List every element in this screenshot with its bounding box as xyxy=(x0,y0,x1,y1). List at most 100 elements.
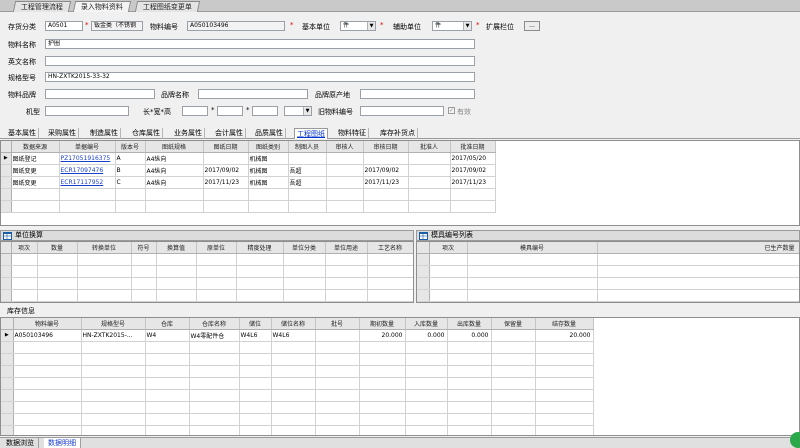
table-row[interactable] xyxy=(1,425,594,435)
table-cell: 2017/09/02 xyxy=(363,164,409,177)
table-row[interactable] xyxy=(1,253,413,266)
window-tab-material-entry[interactable]: 录入物料资料 xyxy=(72,1,132,12)
column-header[interactable]: 图纸规格 xyxy=(145,141,204,153)
document-link[interactable]: ECR17117952 xyxy=(59,176,116,189)
old-no-input[interactable] xyxy=(360,106,444,116)
column-header[interactable]: 规格型号 xyxy=(81,318,146,330)
dimension-unit-select[interactable]: ▼ xyxy=(284,106,312,116)
table-row[interactable] xyxy=(1,200,496,213)
table-cell: W4 xyxy=(145,329,190,342)
table-row[interactable]: 图纸变更 ECR17097476 B A4纵向 2017/09/02 机械图 吾… xyxy=(1,164,496,177)
table-row[interactable] xyxy=(417,253,799,266)
table-row[interactable] xyxy=(417,265,799,278)
tab-accounting[interactable]: 会计属性 xyxy=(213,128,246,139)
column-header[interactable]: 审核人 xyxy=(326,141,364,153)
column-header[interactable]: 符号 xyxy=(131,242,157,254)
category-code-input[interactable]: A0501 xyxy=(45,21,83,31)
brand-name-input[interactable] xyxy=(198,89,308,99)
table-row[interactable] xyxy=(1,377,594,390)
width-input[interactable] xyxy=(217,106,243,116)
column-header[interactable]: 图纸类别 xyxy=(248,141,289,153)
tab-basic[interactable]: 基本属性 xyxy=(6,128,39,139)
tab-quality[interactable]: 品质属性 xyxy=(253,128,286,139)
column-header[interactable]: 制图人员 xyxy=(288,141,327,153)
column-header[interactable]: 数量 xyxy=(37,242,78,254)
height-input[interactable] xyxy=(252,106,278,116)
column-header[interactable]: 单位分类 xyxy=(283,242,326,254)
origin-input[interactable] xyxy=(360,89,475,99)
table-row[interactable] xyxy=(417,289,799,302)
table-cell: A4纵向 xyxy=(145,164,204,177)
table-row[interactable] xyxy=(1,265,413,278)
column-header[interactable]: 转换单位 xyxy=(77,242,132,254)
column-header[interactable]: 批准人 xyxy=(408,141,451,153)
column-header[interactable]: 数据来源 xyxy=(11,141,60,153)
table-row[interactable] xyxy=(1,389,594,402)
model-input[interactable] xyxy=(45,106,129,116)
table-row[interactable] xyxy=(1,365,594,378)
table-row[interactable] xyxy=(1,353,594,366)
column-header[interactable]: 物料编号 xyxy=(13,318,82,330)
column-header[interactable]: 单据编号 xyxy=(59,141,116,153)
column-header[interactable]: 结存数量 xyxy=(535,318,594,330)
tab-purchase[interactable]: 采购属性 xyxy=(46,128,79,139)
window-tab-drawing-change[interactable]: 工程图纸变更单 xyxy=(134,1,201,12)
table-row[interactable] xyxy=(1,341,594,354)
column-header[interactable]: 出库数量 xyxy=(447,318,492,330)
length-input[interactable] xyxy=(182,106,208,116)
old-no-label: 旧物料编号 xyxy=(318,108,353,116)
ext-field-label: 扩展栏位 xyxy=(486,23,514,31)
column-header[interactable]: 仓库名称 xyxy=(189,318,240,330)
column-header[interactable]: 项次 xyxy=(11,242,38,254)
table-row[interactable] xyxy=(417,277,799,290)
tab-data-browse[interactable]: 数据浏览 xyxy=(2,438,39,448)
column-header[interactable]: 工艺名称 xyxy=(367,242,413,254)
table-row[interactable]: ▶ 图纸登记 PZ17051916375 A A4纵向 机械图 2017/05/… xyxy=(1,152,496,165)
column-header[interactable]: 审核日期 xyxy=(363,141,409,153)
column-header[interactable]: 换算值 xyxy=(156,242,197,254)
column-header[interactable]: 仓库 xyxy=(145,318,190,330)
name-input[interactable]: 护圈 xyxy=(45,39,475,49)
table-row[interactable] xyxy=(1,289,413,302)
column-header[interactable]: 模具编号 xyxy=(467,242,598,254)
table-row[interactable]: ▶ A050103496 HN-ZXTK2015-... W4 W4零配件仓 W… xyxy=(1,329,594,342)
document-link[interactable]: PZ17051916375 xyxy=(59,152,116,165)
column-header[interactable]: 已生产数量 xyxy=(597,242,799,254)
column-header[interactable]: 批准日期 xyxy=(450,141,496,153)
tab-business[interactable]: 业务属性 xyxy=(172,128,205,139)
table-row[interactable] xyxy=(1,401,594,414)
table-row[interactable]: 图纸变更 ECR17117952 C A4纵向 2017/11/23 机械图 吾… xyxy=(1,176,496,189)
column-header[interactable]: 图纸日期 xyxy=(203,141,249,153)
column-header[interactable]: 入库数量 xyxy=(405,318,448,330)
column-header[interactable]: 项次 xyxy=(429,242,468,254)
column-header[interactable]: 单位用途 xyxy=(325,242,368,254)
column-header[interactable]: 版本号 xyxy=(115,141,146,153)
base-unit-select[interactable]: 件 ▼ xyxy=(340,21,376,31)
tab-data-detail[interactable]: 数据明细 xyxy=(44,438,81,448)
tab-warehouse[interactable]: 仓库属性 xyxy=(130,128,163,139)
brand-input[interactable] xyxy=(45,89,155,99)
column-header[interactable]: 期初数量 xyxy=(359,318,406,330)
table-row[interactable] xyxy=(1,277,413,290)
aux-unit-select[interactable]: 件 ▼ xyxy=(432,21,472,31)
current-row-indicator-icon: ▶ xyxy=(1,152,12,165)
ext-field-button[interactable]: ... xyxy=(524,21,540,31)
tab-manufacture[interactable]: 制造属性 xyxy=(88,128,121,139)
table-row[interactable] xyxy=(1,413,594,426)
column-header[interactable]: 批号 xyxy=(315,318,360,330)
column-header[interactable]: 精度处理 xyxy=(236,242,284,254)
document-link[interactable]: ECR17097476 xyxy=(59,164,116,177)
column-header[interactable]: 储位 xyxy=(239,318,272,330)
en-name-input[interactable] xyxy=(45,56,475,66)
valid-checkbox[interactable]: ✓ xyxy=(448,107,455,114)
column-header[interactable]: 原单位 xyxy=(196,242,237,254)
tab-drawings[interactable]: 工程图纸 xyxy=(294,128,328,139)
tab-features[interactable]: 物料特征 xyxy=(336,128,369,139)
molds-header-row: 项次 模具编号 已生产数量 xyxy=(417,242,799,254)
spec-input[interactable]: HN-ZXTK2015-33-32 xyxy=(45,72,475,82)
tab-replenishment[interactable]: 库存补货点 xyxy=(378,128,418,139)
table-row[interactable] xyxy=(1,188,496,201)
column-header[interactable]: 储位名称 xyxy=(271,318,316,330)
window-tab-process[interactable]: 工程管理流程 xyxy=(12,1,72,12)
column-header[interactable]: 保留量 xyxy=(491,318,536,330)
